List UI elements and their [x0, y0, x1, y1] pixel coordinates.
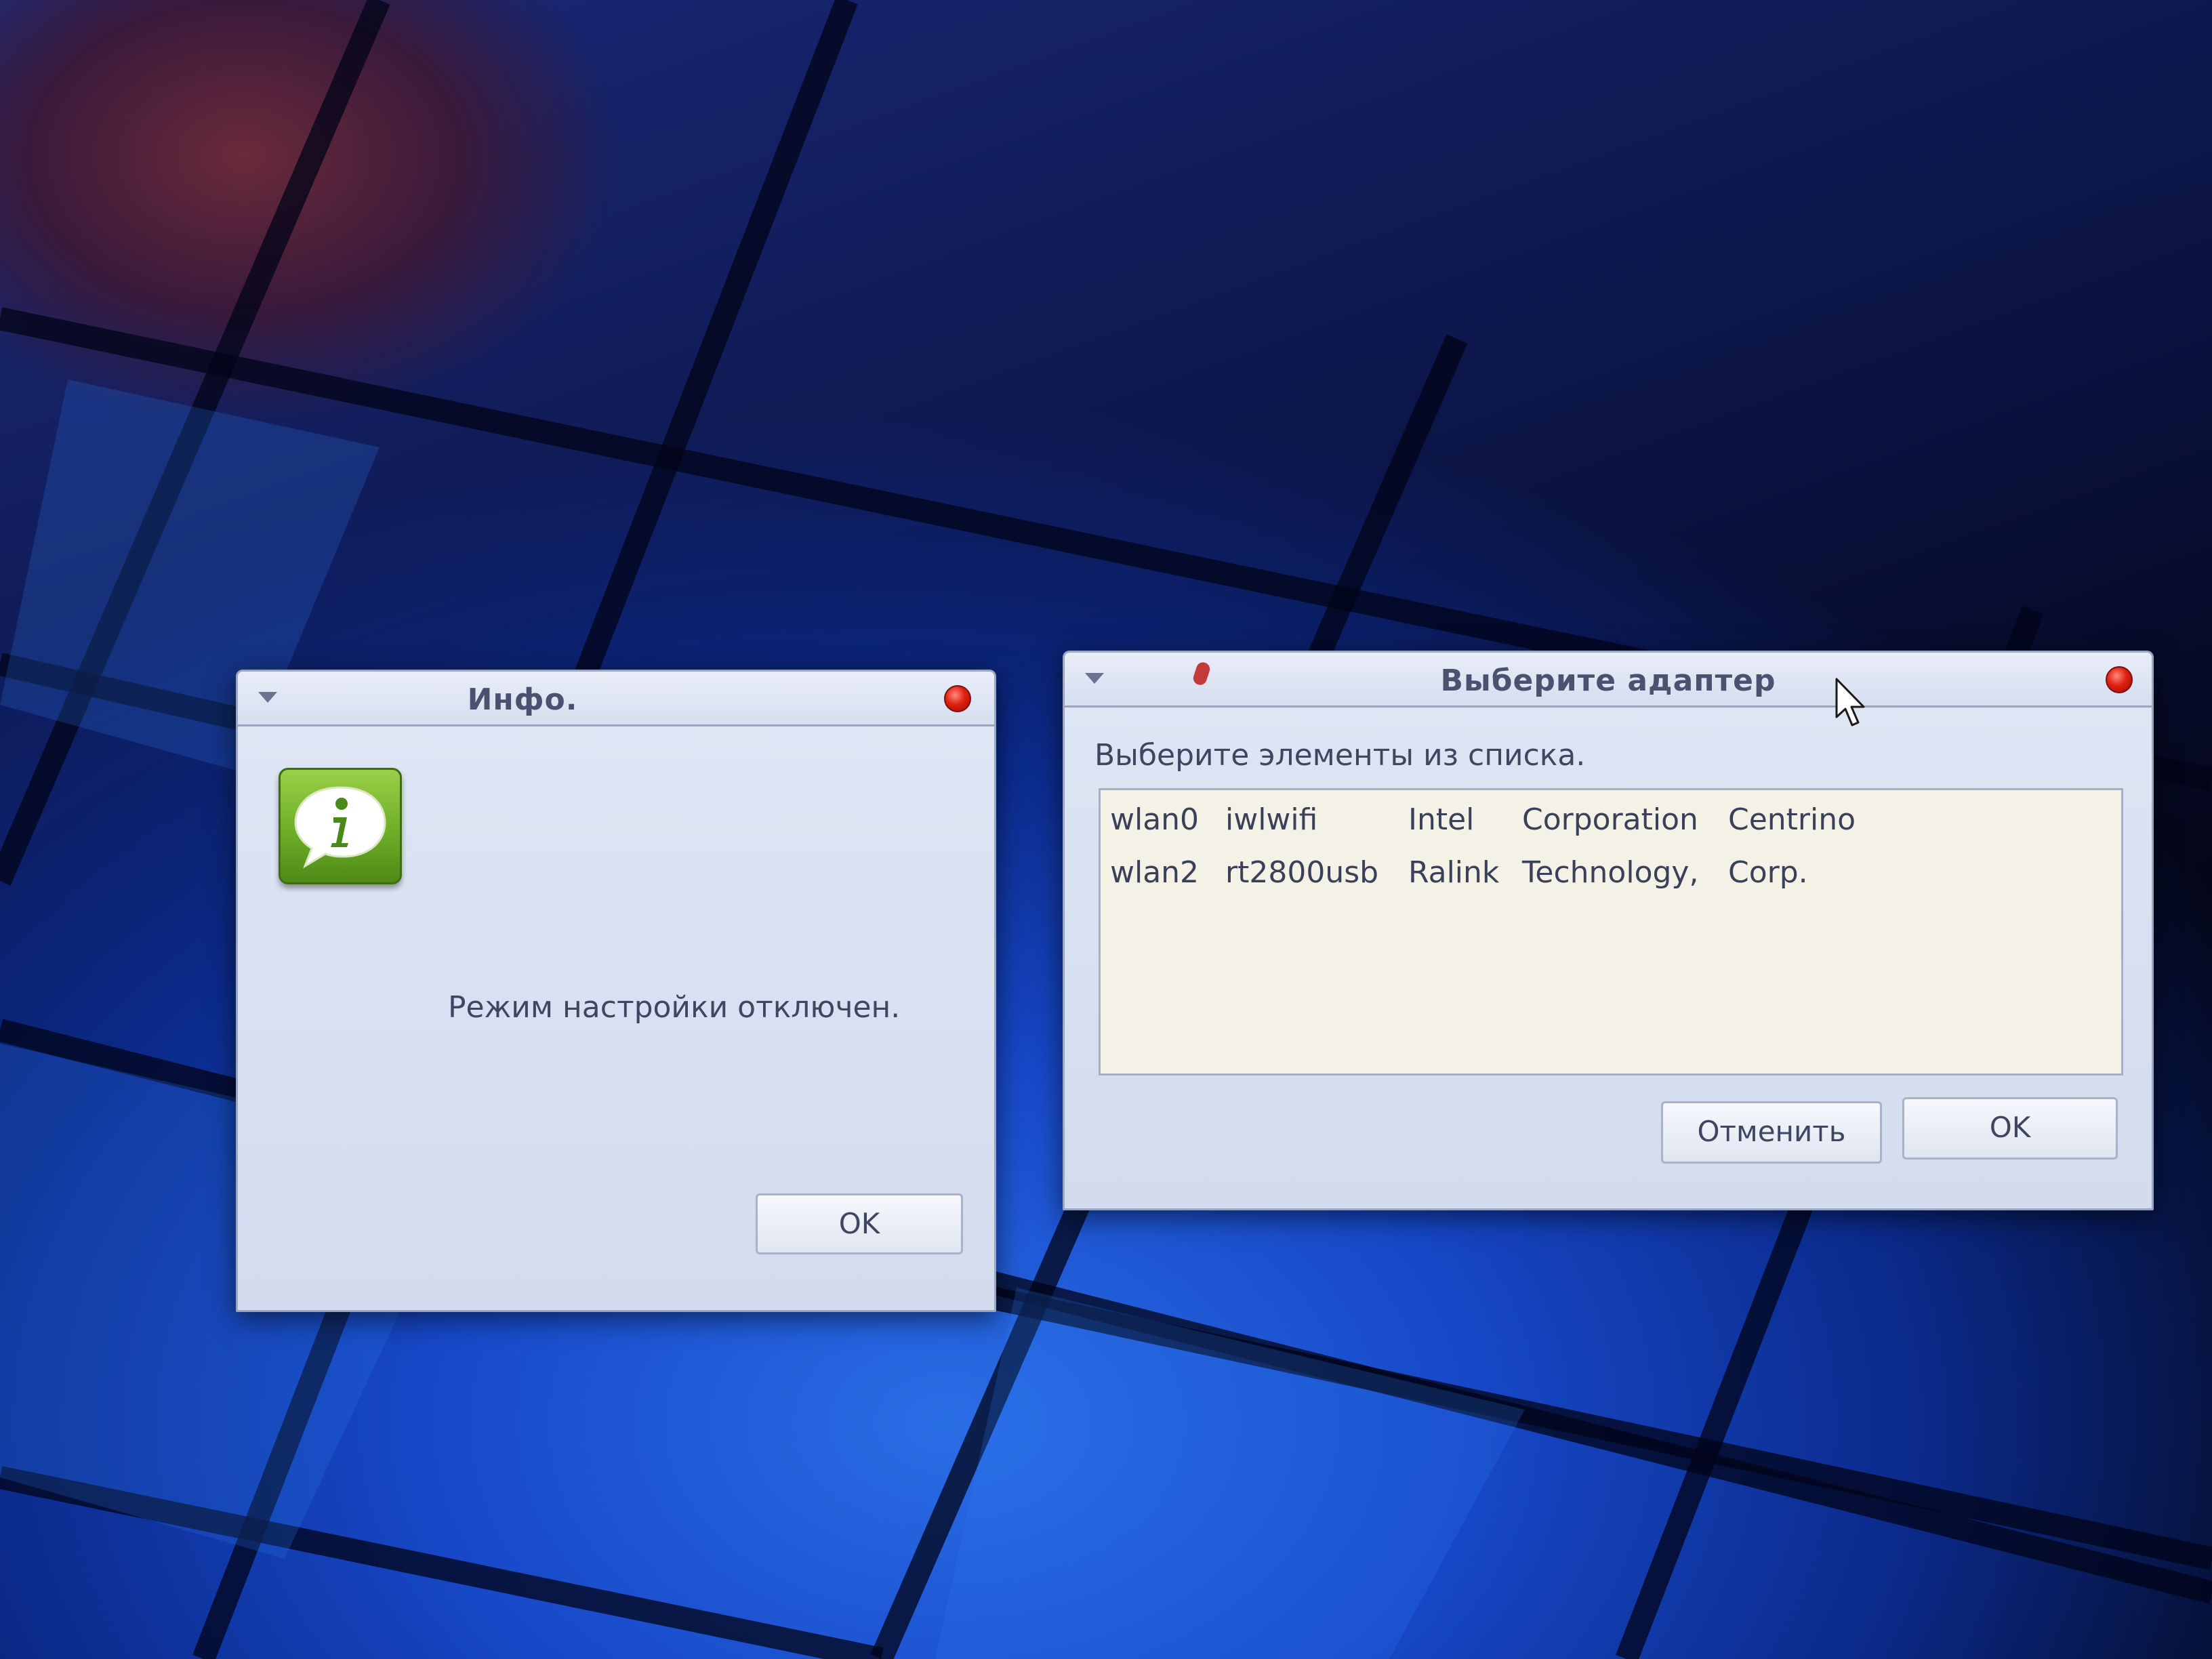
info-dialog-title: Инфо. [467, 682, 578, 717]
list-item[interactable]: wlan0 iwlwifi Intel Corporation Centrino [1101, 793, 2121, 846]
list-cell-vendor-2: Corporation [1522, 802, 1698, 837]
list-item[interactable]: wlan2 rt2800usb Ralink Technology, Corp. [1101, 846, 2121, 899]
list-cell-vendor: Ralink [1408, 855, 1500, 890]
list-cell-interface: wlan2 [1110, 855, 1200, 890]
cancel-button[interactable]: Отменить [1661, 1101, 1882, 1164]
ok-button[interactable]: OK [756, 1193, 963, 1254]
info-dialog-titlebar[interactable]: Инфо. [238, 672, 994, 726]
select-adapter-dialog: Выберите адаптер Выберите элементы из сп… [1063, 651, 2154, 1210]
list-cell-vendor-2: Technology, [1522, 855, 1699, 890]
info-speech-bubble-icon [279, 768, 402, 884]
list-cell-driver: iwlwifi [1225, 802, 1318, 837]
select-adapter-dialog-titlebar[interactable]: Выберите адаптер [1065, 653, 2152, 708]
select-adapter-dialog-title: Выберите адаптер [1440, 663, 1776, 698]
info-dialog: Инфо. Режим настройки отключен. OK [236, 670, 996, 1312]
desktop: Инфо. Режим настройки отключен. OK Выбер… [0, 0, 2212, 1659]
close-icon[interactable] [2106, 666, 2133, 693]
info-message: Режим настройки отключен. [448, 990, 901, 1025]
list-cell-vendor-3: Corp. [1728, 855, 1808, 890]
adapter-list[interactable]: wlan0 iwlwifi Intel Corporation Centrino… [1099, 788, 2123, 1076]
window-menu-icon[interactable] [258, 692, 277, 703]
list-cell-driver: rt2800usb [1225, 855, 1379, 890]
list-cell-vendor-3: Centrino [1728, 802, 1856, 837]
ok-button[interactable]: OK [1902, 1097, 2118, 1160]
close-icon[interactable] [944, 685, 971, 712]
list-prompt: Выберите элементы из списка. [1094, 738, 1586, 773]
list-cell-vendor: Intel [1408, 802, 1475, 837]
mouse-pointer-icon [1835, 678, 1865, 726]
list-cell-interface: wlan0 [1110, 802, 1200, 837]
